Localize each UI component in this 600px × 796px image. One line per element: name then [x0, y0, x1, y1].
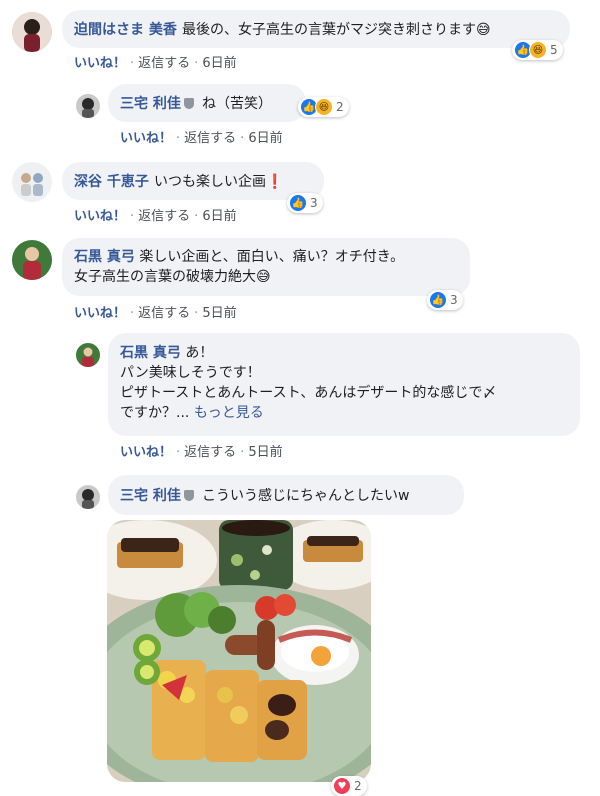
- comment-bubble: 迫間はさま 美香 最後の、女子高生の言葉がマジ突き刺さります😅: [62, 10, 570, 48]
- comment-actions: いいね！ · 返信する · 5日前: [74, 306, 237, 321]
- comment-author[interactable]: 石黒 真弓: [120, 345, 181, 361]
- comment-author[interactable]: 三宅 利佳: [120, 488, 181, 504]
- reaction-count: 3: [310, 196, 318, 210]
- reaction-summary[interactable]: 👍 3: [287, 193, 323, 213]
- comment-text-line: ピザトーストとあんトースト、あんはデザート的な感じで〆: [120, 385, 497, 401]
- profile-photo-icon: [76, 485, 100, 509]
- comment-text: 最後の、女子高生の言葉がマジ突き刺さります😅: [181, 22, 491, 38]
- comment-actions: いいね！ · 返信する · 5日前: [120, 445, 283, 460]
- see-more-link[interactable]: もっと見る: [194, 405, 264, 421]
- profile-photo-icon: [76, 343, 100, 367]
- reply-link[interactable]: 返信する: [138, 306, 190, 321]
- like-link[interactable]: いいね！: [74, 209, 126, 224]
- comment-author[interactable]: 石黒 真弓: [74, 249, 135, 265]
- like-link[interactable]: いいね！: [120, 445, 172, 460]
- comment-bubble: 石黒 真弓 あ！ パン美味しそうです！ ピザトーストとあんトースト、あんはデザー…: [108, 333, 580, 436]
- breakfast-plate-image: [107, 520, 371, 782]
- reaction-count: 3: [450, 293, 458, 307]
- comment-bubble: 三宅 利佳 ね（苦笑）: [108, 84, 306, 122]
- comment-time[interactable]: 6日前: [202, 209, 236, 224]
- comment-author[interactable]: 迫間はさま 美香: [74, 22, 177, 38]
- like-icon: 👍: [429, 291, 447, 309]
- reply-link[interactable]: 返信する: [138, 56, 190, 71]
- comment-text: こういう感じにちゃんとしたいw: [201, 488, 410, 504]
- like-link[interactable]: いいね！: [120, 131, 172, 146]
- avatar[interactable]: [12, 12, 52, 52]
- reaction-summary[interactable]: 👍 😆 2: [298, 97, 349, 117]
- comment-text-line: あ！: [185, 345, 214, 361]
- comment-bubble: 石黒 真弓 楽しい企画と、面白い、痛い？オチ付き。 女子高生の言葉の破壊力絶大😅: [62, 238, 470, 296]
- profile-photo-icon: [12, 12, 52, 52]
- reply-link[interactable]: 返信する: [138, 209, 190, 224]
- comment-actions: いいね！ · 返信する · 6日前: [74, 56, 237, 71]
- reply-link[interactable]: 返信する: [184, 445, 236, 460]
- avatar[interactable]: [76, 343, 100, 367]
- like-icon: 👍: [289, 194, 307, 212]
- comment-bubble: 深谷 千恵子 いつも楽しい企画❗: [62, 162, 324, 200]
- comment-text-line: 女子高生の言葉の破壊力絶大😅: [74, 269, 271, 285]
- comment-time[interactable]: 5日前: [202, 306, 236, 321]
- shield-icon: [183, 98, 194, 109]
- reaction-count: 2: [336, 100, 344, 114]
- reaction-summary[interactable]: 👍 3: [427, 290, 463, 310]
- shield-icon: [183, 490, 194, 501]
- avatar[interactable]: [12, 162, 52, 202]
- reaction-count: 5: [550, 43, 558, 57]
- like-link[interactable]: いいね！: [74, 56, 126, 71]
- comment-actions: いいね！ · 返信する · 6日前: [74, 209, 237, 224]
- comment-time[interactable]: 6日前: [248, 131, 282, 146]
- comment-actions: いいね！ · 返信する · 6日前: [120, 131, 283, 146]
- profile-photo-icon: [76, 94, 100, 118]
- comment-text-line: 楽しい企画と、面白い、痛い？オチ付き。: [139, 249, 405, 265]
- like-link[interactable]: いいね！: [74, 306, 126, 321]
- haha-icon: 😆: [529, 41, 547, 59]
- comment-text: いつも楽しい企画❗: [153, 174, 284, 190]
- comment-author[interactable]: 三宅 利佳: [120, 96, 181, 112]
- comment-text-line: パン美味しそうです！: [120, 365, 261, 381]
- avatar[interactable]: [76, 94, 100, 118]
- comment-time[interactable]: 5日前: [248, 445, 282, 460]
- haha-icon: 😆: [315, 98, 333, 116]
- reaction-summary[interactable]: ♥ 2: [331, 776, 367, 796]
- avatar[interactable]: [12, 240, 52, 280]
- reaction-summary[interactable]: 👍 😆 5: [512, 40, 563, 60]
- avatar[interactable]: [76, 485, 100, 509]
- attached-food-photo[interactable]: [107, 520, 371, 782]
- reply-link[interactable]: 返信する: [184, 131, 236, 146]
- comment-author[interactable]: 深谷 千恵子: [74, 174, 149, 190]
- profile-photo-icon: [12, 162, 52, 202]
- comment-time[interactable]: 6日前: [202, 56, 236, 71]
- reaction-count: 2: [354, 779, 362, 793]
- comment-text-line: ですか？...: [120, 405, 190, 421]
- comment-text: ね（苦笑）: [201, 96, 272, 112]
- comment-bubble: 三宅 利佳 こういう感じにちゃんとしたいw: [108, 475, 464, 515]
- heart-icon: ♥: [333, 777, 351, 795]
- profile-photo-icon: [12, 240, 52, 280]
